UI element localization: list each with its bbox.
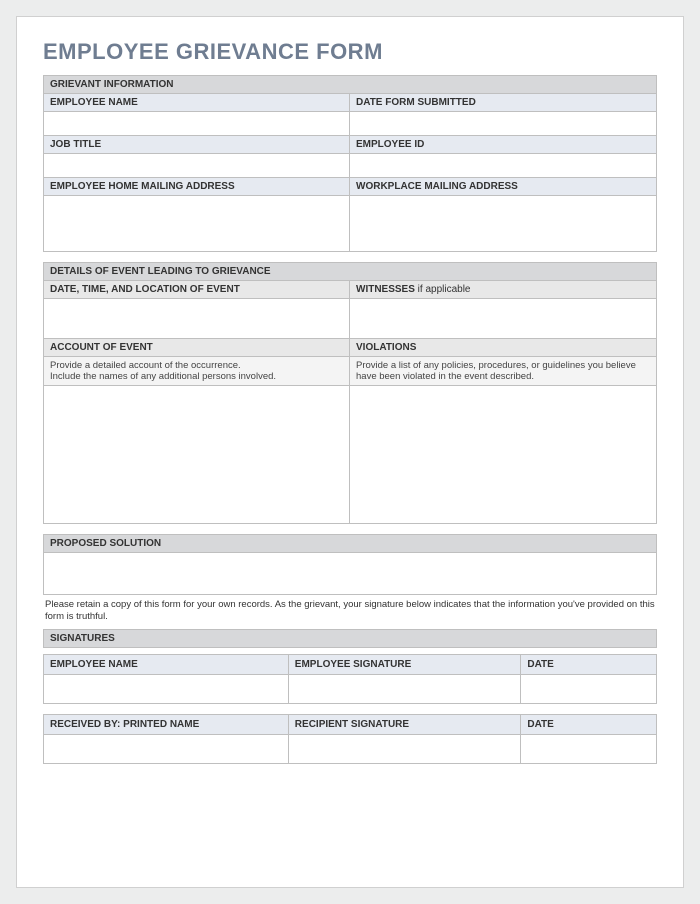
- sig-emp-name-input[interactable]: [44, 675, 288, 703]
- work-address-input[interactable]: [350, 196, 656, 251]
- form-page: EMPLOYEE GRIEVANCE FORM GRIEVANT INFORMA…: [16, 16, 684, 888]
- sig-recv-input[interactable]: [44, 735, 288, 763]
- details-section-header: DETAILS OF EVENT LEADING TO GRIEVANCE: [43, 262, 657, 281]
- signatures-section-header: SIGNATURES: [43, 629, 657, 648]
- work-address-label: WORKPLACE MAILING ADDRESS: [350, 178, 657, 196]
- sig-date2-input[interactable]: [521, 735, 656, 763]
- recipient-signature-table: RECEIVED BY: PRINTED NAME RECIPIENT SIGN…: [43, 714, 657, 764]
- datetime-input[interactable]: [44, 299, 349, 338]
- employee-name-label: EMPLOYEE NAME: [43, 94, 350, 112]
- sig-recv-label: RECEIVED BY: PRINTED NAME: [44, 715, 289, 735]
- sig-emp-sig-input[interactable]: [289, 675, 521, 703]
- home-address-label: EMPLOYEE HOME MAILING ADDRESS: [43, 178, 350, 196]
- datetime-label: DATE, TIME, AND LOCATION OF EVENT: [43, 281, 350, 299]
- sig-date2-label: DATE: [521, 715, 656, 735]
- employee-id-input[interactable]: [350, 154, 656, 177]
- violations-label: VIOLATIONS: [350, 339, 657, 357]
- employee-signature-table: EMPLOYEE NAME EMPLOYEE SIGNATURE DATE: [43, 654, 657, 704]
- account-input[interactable]: [44, 386, 349, 523]
- witnesses-input[interactable]: [350, 299, 656, 338]
- date-submitted-label: DATE FORM SUBMITTED: [350, 94, 657, 112]
- solution-input[interactable]: [44, 553, 656, 594]
- date-submitted-input[interactable]: [350, 112, 656, 135]
- violations-input[interactable]: [350, 386, 656, 523]
- grievant-section-header: GRIEVANT INFORMATION: [43, 75, 657, 94]
- witnesses-label: WITNESSES if applicable: [350, 281, 657, 299]
- sig-date-label: DATE: [521, 655, 656, 675]
- sig-emp-sig-label: EMPLOYEE SIGNATURE: [289, 655, 522, 675]
- job-title-label: JOB TITLE: [43, 136, 350, 154]
- employee-id-label: EMPLOYEE ID: [350, 136, 657, 154]
- retention-note: Please retain a copy of this form for yo…: [43, 595, 657, 629]
- page-title: EMPLOYEE GRIEVANCE FORM: [43, 39, 657, 65]
- violations-hint: Provide a list of any policies, procedur…: [350, 357, 657, 386]
- sig-recip-sig-input[interactable]: [289, 735, 521, 763]
- sig-emp-name-label: EMPLOYEE NAME: [44, 655, 289, 675]
- account-hint: Provide a detailed account of the occurr…: [43, 357, 350, 386]
- employee-name-input[interactable]: [44, 112, 349, 135]
- sig-date-input[interactable]: [521, 675, 656, 703]
- job-title-input[interactable]: [44, 154, 349, 177]
- solution-section-header: PROPOSED SOLUTION: [43, 534, 657, 553]
- account-label: ACCOUNT OF EVENT: [43, 339, 350, 357]
- sig-recip-sig-label: RECIPIENT SIGNATURE: [289, 715, 522, 735]
- home-address-input[interactable]: [44, 196, 349, 251]
